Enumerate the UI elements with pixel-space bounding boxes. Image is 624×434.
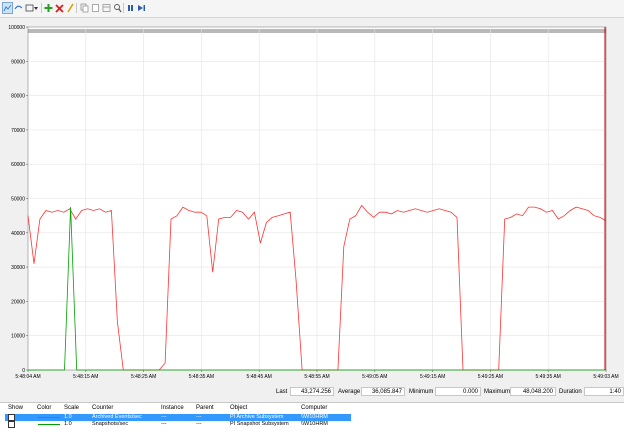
- graph-type-dropdown[interactable]: [33, 2, 40, 14]
- toolbar-separator: [41, 3, 42, 13]
- show-checkbox[interactable]: [8, 414, 15, 421]
- highlight-button[interactable]: [65, 2, 76, 14]
- x-tick-label: 5:48:25 AM: [131, 374, 156, 380]
- add-counter-button[interactable]: [43, 2, 54, 14]
- toolbar-separator: [123, 3, 124, 13]
- computer-column-header[interactable]: Computer: [301, 405, 327, 411]
- instance-cell: ---: [161, 421, 167, 427]
- color-column-header[interactable]: Color: [37, 405, 51, 411]
- duration-label: Duration: [559, 389, 582, 395]
- x-tick-label: 5:49:15 AM: [420, 374, 445, 380]
- object-column-header[interactable]: Object: [230, 405, 247, 411]
- object-cell: PI Archive Subsystem: [230, 414, 284, 420]
- x-tick-label: 5:49:35 AM: [536, 374, 561, 380]
- pause-icon: [128, 5, 133, 11]
- average-value: 36,085.847: [361, 387, 405, 396]
- maximum-value: 48,048.200: [510, 387, 556, 396]
- y-tick-label: 30000: [11, 265, 25, 271]
- computer-cell: \\W10HRM: [301, 421, 328, 427]
- view-graph-button[interactable]: [2, 2, 13, 14]
- freeze-display-button[interactable]: [125, 2, 136, 14]
- paste-counter-list-icon: [92, 4, 99, 12]
- computer-cell: \\W10HRM: [301, 414, 328, 420]
- maximum-label: Maximum: [484, 389, 511, 395]
- y-tick-label: 20000: [11, 299, 25, 305]
- highlight-icon: [67, 3, 74, 13]
- x-tick-label: 5:49:05 AM: [362, 374, 387, 380]
- y-tick-label: 60000: [11, 162, 25, 168]
- x-tick-label: 5:49:25 AM: [478, 374, 503, 380]
- y-tick-label: 70000: [11, 128, 25, 134]
- minimum-label: Minimum: [409, 389, 434, 395]
- parent-column-header[interactable]: Parent: [196, 405, 214, 411]
- toolbar: [0, 0, 624, 18]
- average-label: Average: [338, 389, 361, 395]
- view-graph-icon: [3, 4, 12, 12]
- x-tick-label: 5:48:55 AM: [304, 374, 329, 380]
- x-tick-label: 5:48:04 AM: [15, 374, 40, 380]
- scale-cell: 1.0: [64, 421, 72, 427]
- legend-row[interactable]: 1.0 Snapshots/sec --- --- PI Snapshot Su…: [5, 421, 351, 428]
- performance-line-chart[interactable]: 0100002000030000400005000060000700008000…: [0, 18, 624, 383]
- y-tick-label: 90000: [11, 59, 25, 65]
- delete-counter-icon: [55, 4, 64, 13]
- step-forward-icon: [138, 5, 145, 11]
- show-column-header[interactable]: Show: [8, 405, 23, 411]
- y-tick-label: 10000: [11, 334, 25, 340]
- instance-cell: ---: [161, 414, 167, 420]
- copy-properties-icon: [80, 3, 89, 13]
- add-counter-icon: [44, 4, 53, 12]
- x-tick-label: 5:48:45 AM: [247, 374, 272, 380]
- y-tick-label: 100000: [8, 25, 25, 31]
- counter-column-header[interactable]: Counter: [92, 405, 113, 411]
- instance-column-header[interactable]: Instance: [161, 405, 184, 411]
- properties-button[interactable]: [101, 2, 112, 14]
- show-checkbox[interactable]: [8, 421, 15, 428]
- delete-counter-button[interactable]: [54, 2, 65, 14]
- statistics-bar: Last 43,274.256 Average 36,085.847 Minim…: [0, 387, 624, 399]
- toolbar-separator: [76, 3, 77, 13]
- last-label: Last: [276, 389, 288, 395]
- properties-icon: [102, 4, 111, 12]
- series-color-swatch: [38, 417, 60, 418]
- zoom-button[interactable]: [112, 2, 123, 14]
- scale-column-header[interactable]: Scale: [64, 405, 79, 411]
- x-tick-label: 5:48:35 AM: [189, 374, 214, 380]
- update-data-button[interactable]: [136, 2, 147, 14]
- minimum-value: 0.000: [435, 387, 481, 396]
- duration-value: 1:40: [584, 387, 624, 396]
- counter-legend-table: Show Color Scale Counter Instance Parent…: [0, 402, 624, 434]
- paste-counter-list-button[interactable]: [90, 2, 101, 14]
- x-tick-label: 5:48:15 AM: [73, 374, 98, 380]
- x-tick-label: 5:49:03 AM: [593, 374, 618, 380]
- parent-cell: ---: [196, 414, 202, 420]
- last-value: 43,274.256: [290, 387, 334, 396]
- y-tick-label: 50000: [11, 197, 25, 203]
- scale-cell: 1.0: [64, 414, 72, 420]
- y-tick-label: 40000: [11, 231, 25, 237]
- object-cell: PI Snapshot Subsystem: [230, 421, 289, 427]
- legend-row[interactable]: 1.0 Archived Events/sec --- --- PI Archi…: [5, 414, 351, 421]
- zoom-icon: [114, 4, 122, 13]
- view-current-activity-icon: [14, 5, 23, 10]
- counter-cell: Snapshots/sec: [92, 421, 129, 427]
- chevron-down-icon: [34, 7, 38, 10]
- counter-cell: Archived Events/sec: [92, 414, 142, 420]
- y-tick-label: 80000: [11, 94, 25, 100]
- parent-cell: ---: [196, 421, 202, 427]
- copy-properties-button[interactable]: [79, 2, 90, 14]
- view-current-activity-button[interactable]: [13, 2, 24, 14]
- series-color-swatch: [38, 424, 60, 425]
- chart-area[interactable]: 0 10000 20000 30000 40000 50000 60000 70000 8000…: [0, 18, 624, 383]
